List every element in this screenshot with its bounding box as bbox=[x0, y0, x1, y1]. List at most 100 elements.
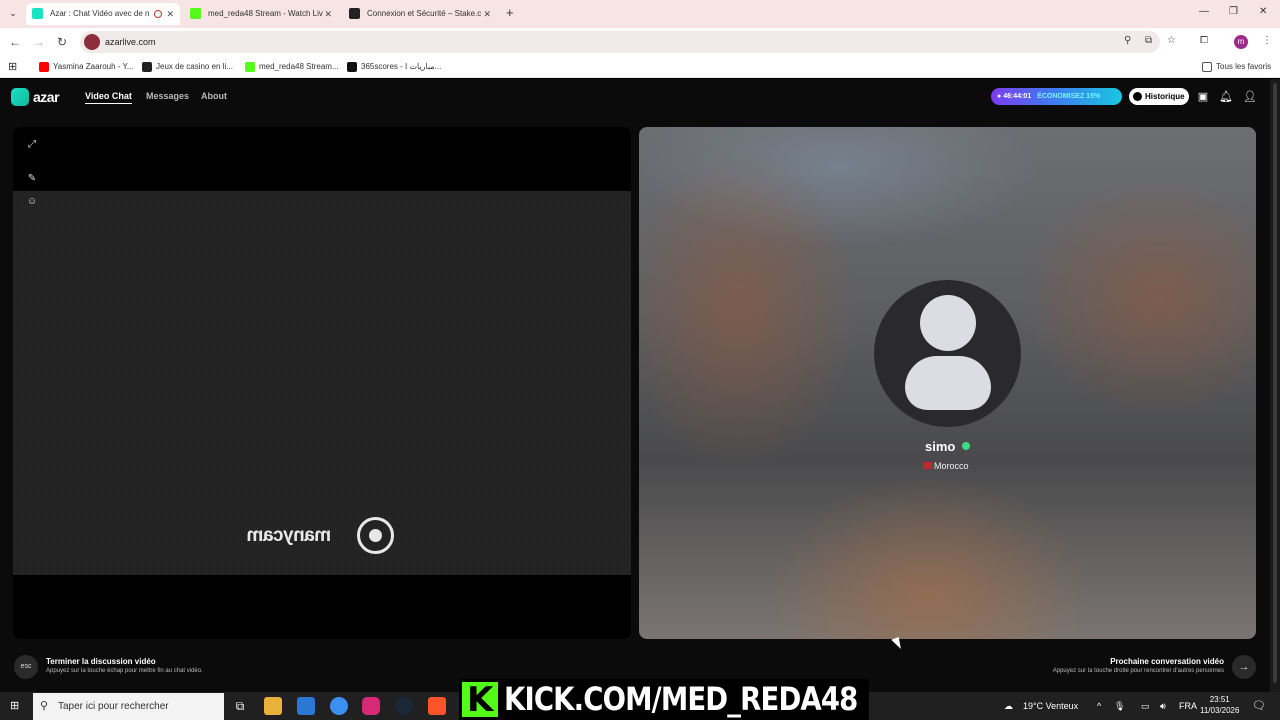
profile-avatar[interactable]: m bbox=[1234, 35, 1248, 49]
tray-chevron-icon[interactable]: ^ bbox=[1097, 692, 1101, 720]
edge-icon[interactable] bbox=[330, 697, 348, 715]
bookmark-label: Yasmina Zaarouh - Y... bbox=[53, 62, 134, 71]
kick-favicon-icon bbox=[190, 8, 201, 19]
tab-stake[interactable]: Connexion et Sécurité – Stake.c ✕ bbox=[343, 3, 497, 25]
nav-messages[interactable]: Messages bbox=[146, 91, 189, 101]
kick-overlay-text: KICK.COM/MED_REDA48 bbox=[504, 680, 858, 718]
avatar-body bbox=[905, 356, 991, 410]
nav-about[interactable]: About bbox=[201, 91, 227, 101]
promo-badge[interactable]: ● 46:44:01 ÉCONOMISEZ 15% bbox=[991, 88, 1122, 105]
country-label: Morocco bbox=[934, 461, 969, 471]
tab-title: Azar : Chat Vidéo avec de n bbox=[50, 9, 150, 18]
notification-center-icon[interactable]: 🗨︎ bbox=[1252, 692, 1266, 720]
partner-country: Morocco bbox=[923, 461, 969, 471]
close-tab-icon[interactable]: ✕ bbox=[483, 3, 491, 25]
search-placeholder: Taper ici pour rechercher bbox=[58, 701, 169, 712]
recording-icon bbox=[154, 10, 162, 18]
stake-favicon-icon bbox=[349, 8, 360, 19]
windows-start-icon[interactable]: ⊞ bbox=[10, 700, 22, 712]
forward-arrow-icon[interactable]: → bbox=[33, 34, 45, 50]
history-label: Historique bbox=[1145, 92, 1185, 101]
new-tab-plus-icon[interactable]: + bbox=[506, 6, 514, 20]
page-scrollbar[interactable] bbox=[1270, 79, 1280, 692]
partner-username: simo bbox=[925, 439, 956, 454]
bookmark-label: med_reda48 Stream... bbox=[259, 62, 339, 71]
store-icon[interactable] bbox=[297, 697, 315, 715]
browser-tab-bar: ⌄ Azar : Chat Vidéo avec de n ✕ med_reda… bbox=[0, 0, 1280, 28]
end-chat-hint: Appuyez sur la touche échap pour mettre … bbox=[46, 668, 203, 674]
zoom-icon[interactable]: ⚲ bbox=[1124, 35, 1131, 46]
close-tab-icon[interactable]: ✕ bbox=[324, 3, 332, 25]
next-chat-arrow-icon[interactable]: → bbox=[1232, 655, 1256, 679]
tab-azar[interactable]: Azar : Chat Vidéo avec de n ✕ bbox=[26, 3, 180, 25]
bookmark-label: 365scores - مباريات ا... bbox=[361, 62, 442, 71]
end-chat-title: Terminer la discussion vidéo bbox=[46, 657, 156, 666]
volume-icon[interactable]: 🔊︎ bbox=[1160, 692, 1166, 720]
search-icon: ⚲ bbox=[40, 700, 49, 712]
system-clock[interactable]: 23:51 11/03/2026 bbox=[1200, 694, 1239, 716]
reload-icon[interactable]: ↻ bbox=[57, 34, 67, 50]
user-profile-icon[interactable]: 👤︎ bbox=[1243, 90, 1257, 104]
mask-filter-icon[interactable]: ☺ bbox=[26, 196, 38, 208]
weather-text[interactable]: 19°C Venteux bbox=[1023, 692, 1078, 720]
task-view-icon[interactable]: ⧉ bbox=[231, 697, 249, 715]
instagram-icon[interactable] bbox=[362, 697, 380, 715]
menu-kebab-icon[interactable]: ⋮ bbox=[1262, 35, 1272, 46]
nav-video-chat[interactable]: Video Chat bbox=[85, 91, 132, 104]
back-arrow-icon[interactable]: ← bbox=[9, 34, 21, 50]
partner-avatar[interactable] bbox=[874, 280, 1021, 427]
manycam-watermark: manycam bbox=[247, 517, 397, 555]
next-chat-hint: Appuyez sur la touche droite pour rencon… bbox=[1052, 668, 1224, 674]
magic-wand-icon[interactable]: ✎ bbox=[26, 173, 38, 185]
window-close-icon[interactable]: ✕ bbox=[1259, 6, 1267, 17]
bookmarks-bar: ⊞ Yasmina Zaarouh - Y... Jeux de casino … bbox=[0, 56, 1280, 78]
gem-icon: ● bbox=[997, 93, 1002, 100]
stake-icon bbox=[142, 62, 152, 72]
weather-icon[interactable]: ☁ bbox=[1004, 692, 1013, 720]
azar-logo-text: azar bbox=[33, 89, 60, 105]
taskbar-search[interactable]: ⚲ Taper ici pour rechercher bbox=[33, 693, 224, 720]
end-chat-button[interactable]: esc bbox=[14, 655, 38, 679]
self-video-panel: ⤢ ✎ ☺ bbox=[13, 127, 631, 639]
network-icon[interactable]: ▭ bbox=[1141, 692, 1150, 720]
extensions-icon[interactable]: ⧠ bbox=[1200, 35, 1208, 46]
microphone-icon[interactable]: 🎙︎ bbox=[1114, 692, 1125, 720]
bookmark-365scores[interactable]: 365scores - مباريات ا... bbox=[347, 56, 441, 78]
tab-kick-stream[interactable]: med_reda48 Stream - Watch Liv ✕ bbox=[184, 3, 338, 25]
steam-icon[interactable] bbox=[395, 697, 413, 715]
morocco-flag-icon bbox=[923, 462, 932, 469]
omnibox[interactable]: azarlive.com bbox=[80, 31, 1160, 53]
url-text[interactable]: azarlive.com bbox=[105, 31, 156, 53]
youtube-icon bbox=[39, 62, 49, 72]
promo-label: ÉCONOMISEZ 15% bbox=[1037, 93, 1101, 100]
tab-title: med_reda48 Stream - Watch Liv bbox=[208, 9, 323, 18]
azar-favicon-icon bbox=[32, 8, 43, 19]
apps-grid-icon[interactable]: ⊞ bbox=[8, 56, 17, 78]
brave-icon[interactable] bbox=[428, 697, 446, 715]
expand-icon[interactable]: ⤢ bbox=[26, 139, 38, 151]
minimize-icon[interactable]: — bbox=[1199, 6, 1209, 17]
file-explorer-icon[interactable] bbox=[264, 697, 282, 715]
promo-timer: 46:44:01 bbox=[1003, 93, 1032, 100]
all-bookmarks[interactable]: Tous les favoris bbox=[1202, 56, 1271, 78]
bookmark-kick[interactable]: med_reda48 Stream... bbox=[245, 56, 339, 78]
notification-bell-icon[interactable]: 🔔︎ bbox=[1219, 90, 1233, 104]
language-indicator[interactable]: FRA bbox=[1179, 692, 1197, 720]
bookmark-star-icon[interactable]: ☆ bbox=[1167, 35, 1176, 46]
restore-icon[interactable]: ❐ bbox=[1229, 6, 1238, 17]
folder-icon bbox=[1202, 62, 1212, 72]
bookmark-youtube[interactable]: Yasmina Zaarouh - Y... bbox=[39, 56, 134, 78]
history-button[interactable]: Historique bbox=[1129, 88, 1189, 105]
kick-icon bbox=[245, 62, 255, 72]
inbox-icon[interactable]: ▣ bbox=[1196, 90, 1210, 104]
tab-search-chevron-icon[interactable]: ⌄ bbox=[6, 6, 20, 20]
install-app-icon[interactable]: ⧉ bbox=[1145, 35, 1152, 46]
all-bookmarks-label: Tous les favoris bbox=[1216, 62, 1272, 71]
bookmark-label: Jeux de casino en li... bbox=[156, 62, 233, 71]
bookmark-casino[interactable]: Jeux de casino en li... bbox=[142, 56, 233, 78]
site-info-icon[interactable] bbox=[84, 34, 100, 50]
close-tab-icon[interactable]: ✕ bbox=[166, 3, 174, 25]
tab-title: Connexion et Sécurité – Stake.c bbox=[367, 9, 482, 18]
scrollbar-thumb[interactable] bbox=[1273, 83, 1277, 683]
manycam-logo-icon bbox=[357, 517, 394, 554]
